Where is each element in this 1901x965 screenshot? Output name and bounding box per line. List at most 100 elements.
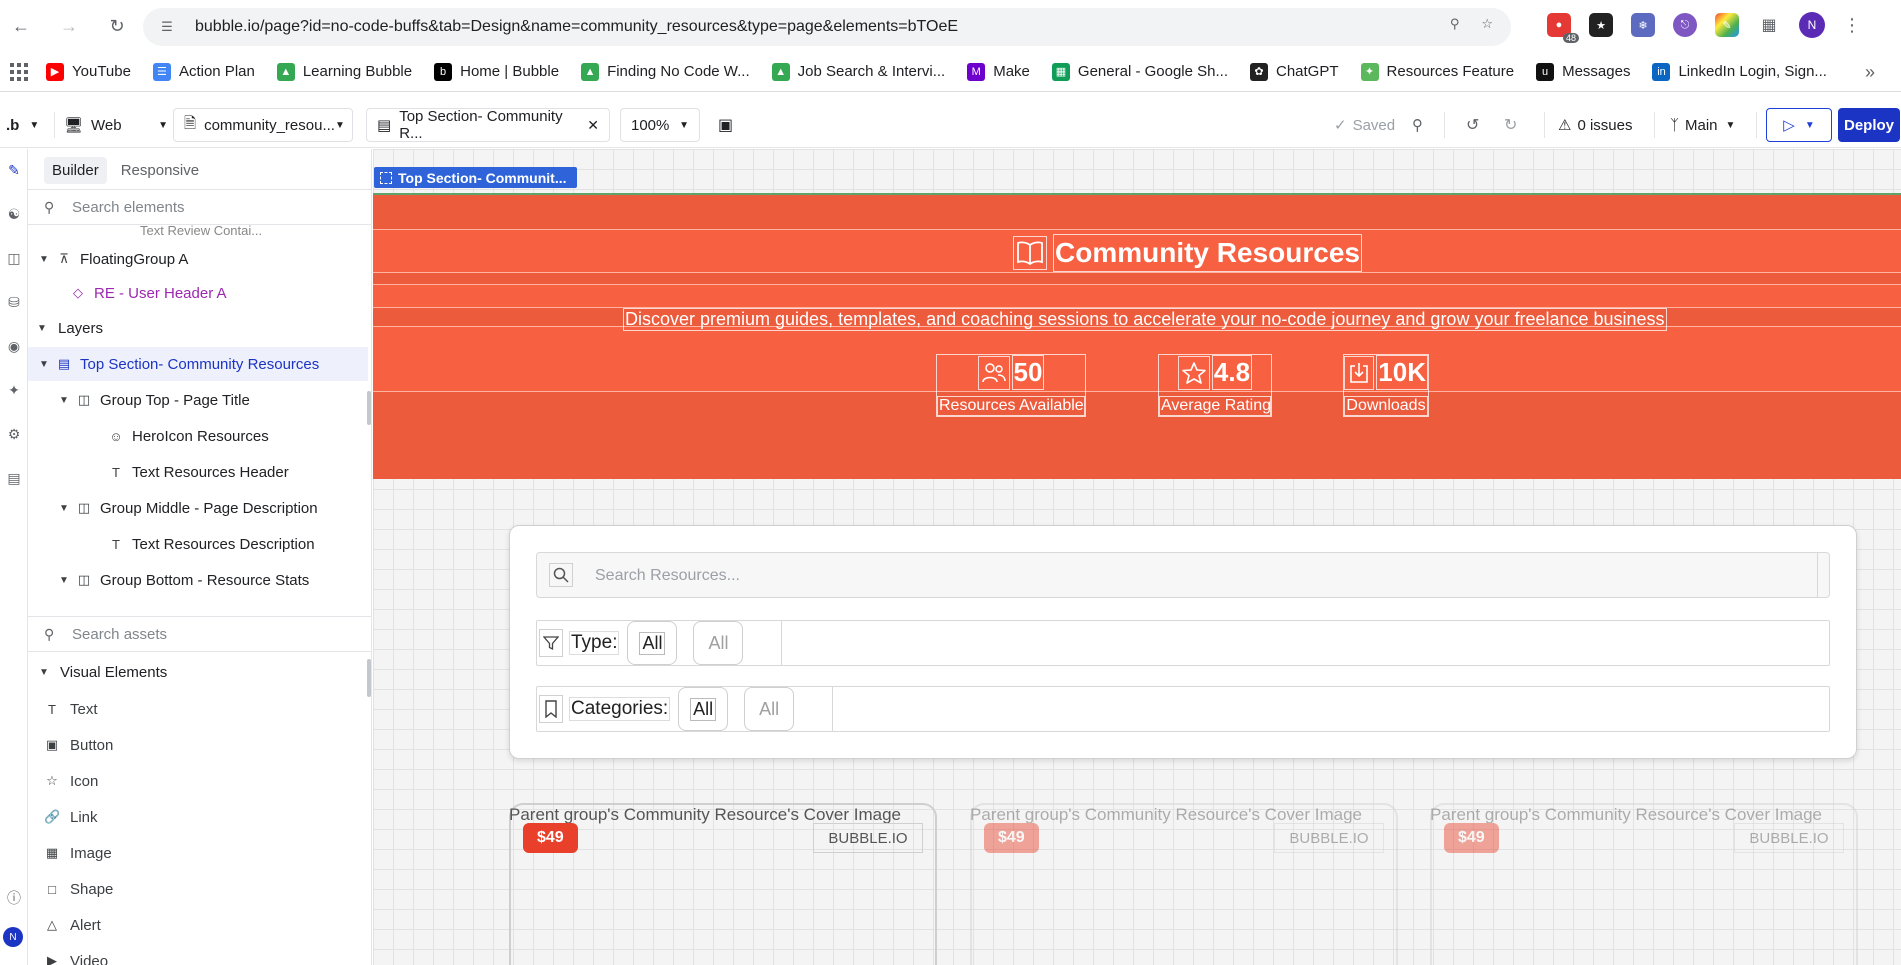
tree-item-text-header[interactable]: T Text Resources Header: [28, 455, 368, 489]
asset-image[interactable]: ▦ Image: [44, 838, 112, 868]
bookmark-item[interactable]: u Messages: [1536, 62, 1630, 81]
caret-down-icon[interactable]: ▼: [38, 254, 50, 265]
settings-gear-icon[interactable]: ⚙: [5, 425, 23, 443]
resource-search-box[interactable]: Search Resources...: [536, 552, 1830, 598]
filter-card[interactable]: Search Resources... Type: All All Catego…: [509, 525, 1857, 759]
bookmark-item[interactable]: ▶ YouTube: [46, 62, 131, 81]
asset-link[interactable]: 🔗 Link: [44, 802, 98, 832]
bookmark-item[interactable]: in LinkedIn Login, Sign...: [1652, 62, 1827, 81]
chrome-menu-icon[interactable]: ⋮: [1843, 15, 1861, 36]
layers-header[interactable]: ▼ Layers: [28, 311, 368, 345]
back-arrow-icon[interactable]: ←: [8, 13, 34, 39]
issues-button[interactable]: ⚠ 0 issues: [1558, 108, 1632, 142]
profile-avatar[interactable]: N: [1799, 12, 1825, 38]
database-icon[interactable]: ⛁: [5, 293, 23, 311]
category-option-all-selected[interactable]: All: [678, 687, 729, 731]
stat-downloads[interactable]: 10K Downloads: [1343, 354, 1429, 417]
resource-card[interactable]: Parent group's Community Resource's Cove…: [509, 803, 937, 965]
search-elements-input[interactable]: [72, 198, 332, 216]
device-selector[interactable]: 🖥 Web ▼: [64, 108, 168, 142]
assets-scrollbar[interactable]: [367, 659, 371, 697]
layers-scrollbar[interactable]: [367, 391, 371, 425]
type-option-all[interactable]: All: [693, 621, 744, 665]
design-pencil-icon[interactable]: ✎: [5, 161, 23, 179]
caret-down-icon[interactable]: ▼: [38, 359, 50, 370]
caret-down-icon[interactable]: ▼: [58, 575, 70, 586]
bookmark-item[interactable]: ✦ Resources Feature: [1360, 62, 1514, 81]
bookmark-item[interactable]: ✿ ChatGPT: [1250, 62, 1339, 81]
type-option-all-selected[interactable]: All: [627, 621, 678, 665]
extension-snowflake-icon[interactable]: ❄: [1631, 13, 1655, 37]
tree-item-heroicon[interactable]: ☺ HeroIcon Resources: [28, 419, 368, 453]
bookmark-item[interactable]: ▲ Job Search & Intervi...: [771, 62, 945, 81]
bookmark-item[interactable]: ☰ Action Plan: [152, 62, 255, 81]
book-open-icon[interactable]: [1013, 236, 1047, 270]
preview-button[interactable]: ▷ ▼: [1766, 108, 1832, 142]
asset-video[interactable]: ▶ Video: [44, 946, 108, 965]
search-icon[interactable]: ⚲: [1412, 108, 1423, 142]
caret-down-icon[interactable]: ▼: [58, 503, 70, 514]
bookmark-item[interactable]: ▦ General - Google Sh...: [1051, 62, 1228, 81]
extension-colorpicker-icon[interactable]: ✎: [1715, 13, 1739, 37]
branch-selector[interactable]: ᛉ Main ▼: [1670, 108, 1735, 142]
bookmark-item[interactable]: ▲ Finding No Code W...: [581, 62, 750, 81]
help-icon[interactable]: ⓘ: [5, 889, 23, 907]
extensions-puzzle-icon[interactable]: ▦: [1757, 13, 1781, 37]
resource-card[interactable]: Parent group's Community Resource's Cove…: [970, 803, 1398, 965]
asset-text[interactable]: T Text: [44, 694, 98, 724]
tree-item-group-top[interactable]: ▼ ◫ Group Top - Page Title: [28, 383, 368, 417]
cube-icon[interactable]: ▣: [718, 108, 733, 142]
palette-icon[interactable]: ◉: [5, 337, 23, 355]
site-settings-icon[interactable]: ☰: [157, 17, 177, 37]
category-option-all[interactable]: All: [744, 687, 795, 731]
plugins-icon[interactable]: ✦: [5, 381, 23, 399]
address-bar[interactable]: ☰ bubble.io/page?id=no-code-buffs&tab=De…: [143, 8, 1511, 46]
bookmark-star-icon[interactable]: ☆: [1481, 16, 1493, 32]
tree-item-floatinggroup[interactable]: ▼ ⊼ FloatingGroup A: [28, 242, 368, 276]
selection-label[interactable]: Top Section- Communit...: [374, 167, 577, 188]
tree-item-reusable-header[interactable]: ◇ RE - User Header A: [28, 276, 368, 310]
reload-icon[interactable]: ↻: [104, 13, 130, 39]
zoom-icon[interactable]: ⚲: [1450, 16, 1460, 32]
design-canvas[interactable]: Top Section- Communit... Community Resou…: [373, 149, 1901, 965]
hero-description-text[interactable]: Discover premium guides, templates, and …: [623, 308, 1667, 331]
bookmark-item[interactable]: ▲ Learning Bubble: [276, 62, 412, 81]
caret-down-icon[interactable]: ▼: [58, 395, 70, 406]
asset-button[interactable]: ▣ Button: [44, 730, 114, 760]
bookmarks-overflow-icon[interactable]: »: [1865, 62, 1875, 83]
undo-icon[interactable]: ↺: [1466, 108, 1479, 142]
asset-icon[interactable]: ☆ Icon: [44, 766, 98, 796]
styles-icon[interactable]: ◫: [5, 249, 23, 267]
user-avatar[interactable]: N: [3, 927, 23, 947]
asset-shape[interactable]: □ Shape: [44, 874, 113, 904]
hero-stats-group[interactable]: [373, 326, 1901, 392]
tree-item-text-description[interactable]: T Text Resources Description: [28, 527, 368, 561]
stat-resources[interactable]: 50 Resources Available: [936, 354, 1086, 417]
visual-elements-header[interactable]: ▼ Visual Elements: [28, 655, 368, 689]
category-filter-row[interactable]: Categories: All All: [536, 686, 1830, 732]
tab-responsive[interactable]: Responsive: [113, 157, 207, 184]
extension-red-icon[interactable]: ● 48: [1547, 13, 1579, 43]
resource-card[interactable]: Parent group's Community Resource's Cove…: [1430, 803, 1858, 965]
extension-cowboy-icon[interactable]: ★: [1589, 13, 1613, 37]
zoom-selector[interactable]: 100% ▼: [620, 108, 700, 142]
hero-section[interactable]: Community Resources Discover premium gui…: [373, 193, 1901, 479]
deploy-button[interactable]: Deploy: [1838, 108, 1900, 142]
caret-down-icon[interactable]: ▼: [38, 667, 50, 678]
caret-down-icon[interactable]: ▼: [36, 323, 48, 334]
bookmark-item[interactable]: M Make: [967, 62, 1030, 81]
hero-title-text[interactable]: Community Resources: [1053, 234, 1362, 272]
forward-arrow-icon[interactable]: →: [56, 13, 82, 39]
tree-item-group-middle[interactable]: ▼ ◫ Group Middle - Page Description: [28, 491, 368, 525]
stat-rating[interactable]: 4.8 Average Rating: [1158, 354, 1272, 417]
page-selector[interactable]: 🗎 community_resou... ▼: [173, 108, 353, 142]
type-filter-row[interactable]: Type: All All: [536, 620, 1830, 666]
close-icon[interactable]: ✕: [587, 117, 599, 134]
selected-element-tab[interactable]: ▤ Top Section- Community R... ✕: [366, 108, 610, 142]
bookmark-item[interactable]: b Home | Bubble: [434, 62, 559, 81]
extension-spiral-icon[interactable]: ⎋: [1673, 13, 1697, 37]
workflow-icon[interactable]: ☯: [5, 205, 23, 223]
search-assets-input[interactable]: [72, 625, 332, 643]
tree-item-group-bottom[interactable]: ▼ ◫ Group Bottom - Resource Stats: [28, 563, 368, 597]
redo-icon[interactable]: ↻: [1504, 108, 1517, 142]
